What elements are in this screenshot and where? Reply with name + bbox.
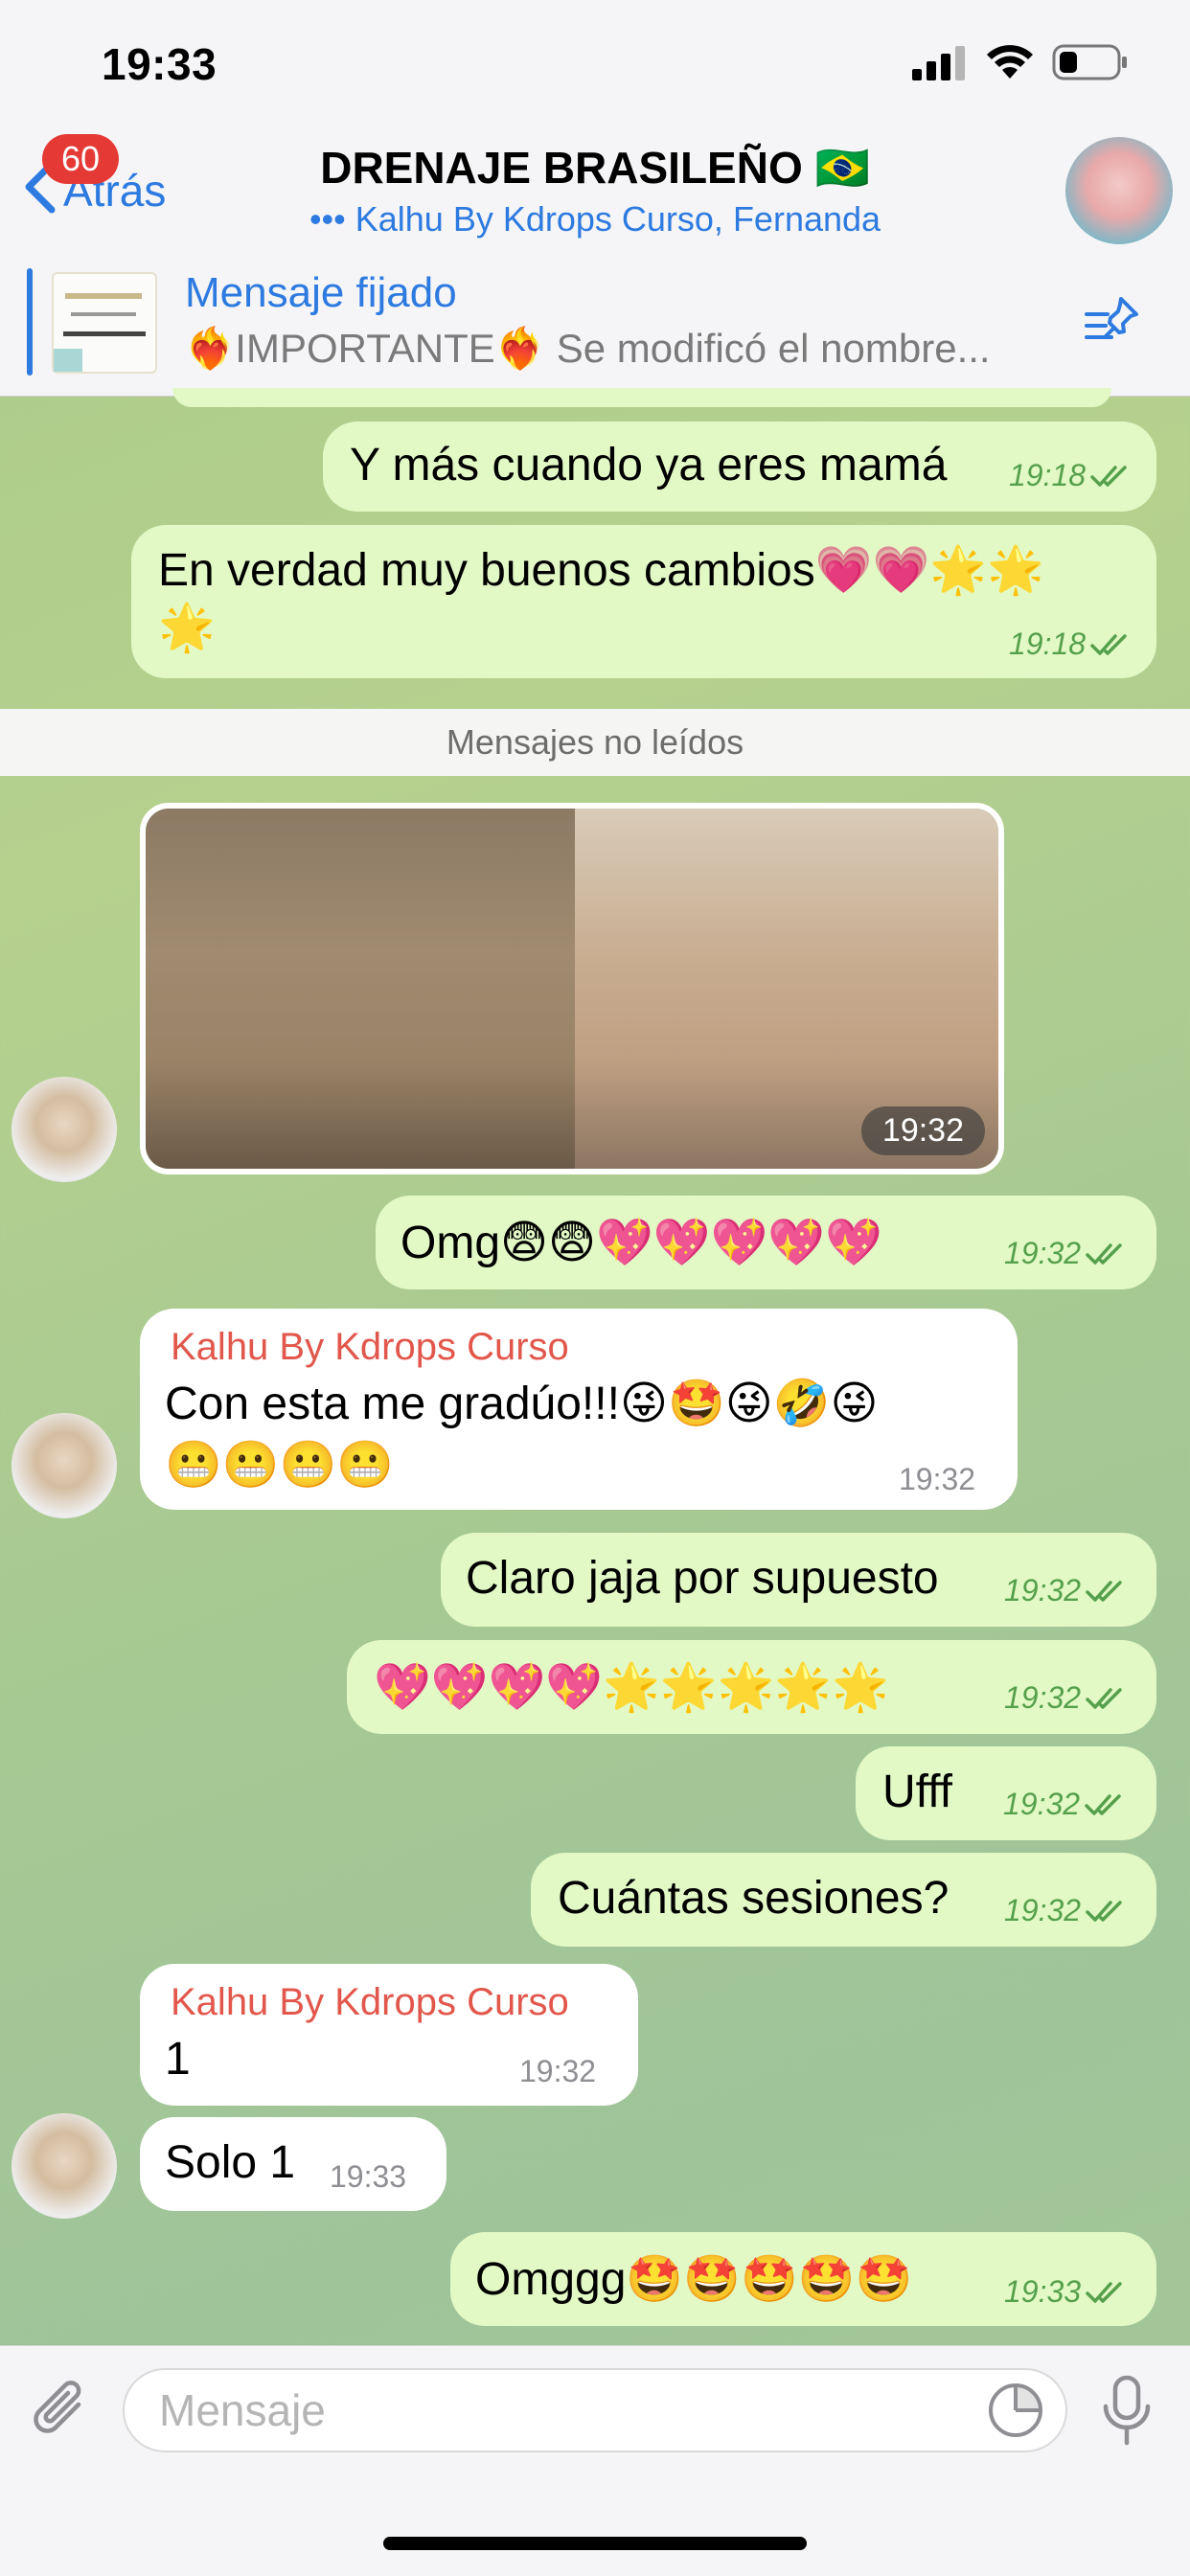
attach-icon[interactable] (29, 2376, 96, 2443)
message-time: 19:32 (1004, 1893, 1082, 1927)
message-text: Con esta me gradúo!!!😜🤩😜🤣😜 (165, 1379, 879, 1429)
message-time: 19:33 (1004, 2274, 1082, 2309)
message-bubble[interactable]: Ufff 19:32 (856, 1746, 1156, 1840)
message-bubble[interactable]: Claro jaja por supuesto 19:32 (441, 1533, 1156, 1627)
message-time: 19:32 (1004, 1573, 1082, 1607)
sender-avatar[interactable] (11, 1077, 117, 1182)
photo-time: 19:32 (860, 1106, 985, 1155)
pinned-message-bar[interactable] (0, 252, 1190, 397)
read-checkmark-icon (1086, 1688, 1122, 1709)
message-bubble[interactable]: Solo 1 19:33 (140, 2117, 446, 2211)
message-time: 19:33 (330, 2159, 407, 2194)
home-indicator (383, 2537, 807, 2550)
sender-name[interactable]: Kalhu By Kdrops Curso (171, 1326, 569, 1369)
sticker-icon[interactable] (987, 2382, 1044, 2439)
chat-subtitle: ••• Kalhu By Kdrops Curso, Fernanda (309, 199, 881, 239)
message-text: Cuántas sesiones? (558, 1873, 950, 1924)
sender-avatar[interactable] (11, 2113, 117, 2219)
status-time: 19:33 (102, 39, 217, 89)
read-checkmark-icon (1086, 1901, 1122, 1922)
message-bubble[interactable]: Omg😨😨💖💖💖💖💖 19:32 (376, 1196, 1156, 1289)
message-text: 🌟 (158, 603, 216, 653)
pinned-text: ❤️‍🔥IMPORTANTE❤️‍🔥 Se modificó el nombre… (185, 326, 991, 371)
read-checkmark-icon (1086, 1581, 1122, 1602)
sender-avatar[interactable] (11, 1413, 117, 1518)
message-time: 19:32 (899, 1462, 976, 1496)
message-bubble[interactable]: En verdad muy buenos cambios💗💗🌟🌟 🌟 19:18 (131, 525, 1156, 678)
message-time: 19:32 (1004, 1236, 1082, 1270)
pinned-indicator (27, 268, 33, 376)
chat-title[interactable]: DRENAJE BRASILEÑO 🇧🇷 (0, 142, 1190, 194)
message-time: 19:18 (1009, 458, 1087, 492)
read-checkmark-icon (1086, 2282, 1122, 2303)
unread-divider: Mensajes no leídos (0, 709, 1190, 776)
sender-name[interactable]: Kalhu By Kdrops Curso (171, 1981, 569, 2024)
message-text: 😬😬😬😬 (165, 1440, 395, 1491)
read-checkmark-icon (1090, 466, 1127, 487)
photo-before (146, 809, 575, 1169)
read-checkmark-icon (1085, 1794, 1121, 1815)
message-bubble[interactable]: Omggg🤩🤩🤩🤩🤩 19:33 (450, 2232, 1156, 2326)
message-bubble[interactable]: 💖💖💖💖🌟🌟🌟🌟🌟 19:32 (347, 1640, 1156, 1734)
message-text: Ufff (882, 1767, 952, 1817)
message-text: Y más cuando ya eres mamá (350, 440, 948, 490)
signal-icon (912, 46, 965, 80)
photo-message[interactable]: 19:32 (140, 803, 1004, 1174)
message-time: 19:32 (1004, 1680, 1082, 1715)
message-bubble[interactable]: Cuántas sesiones? 19:32 (531, 1853, 1156, 1947)
message-text: En verdad muy buenos cambios💗💗🌟🌟 (158, 545, 1044, 596)
microphone-icon[interactable] (1100, 2374, 1154, 2447)
message-text: 1 (165, 2034, 191, 2085)
message-time: 19:32 (1003, 1787, 1081, 1821)
message-text: Omg😨😨💖💖💖💖💖 (400, 1218, 882, 1268)
message-text: Solo 1 (165, 2137, 296, 2188)
read-checkmark-icon (1086, 1243, 1122, 1265)
message-time: 19:18 (1009, 627, 1087, 661)
pinned-label: Mensaje fijado (185, 269, 457, 316)
message-input[interactable]: Mensaje (123, 2368, 1067, 2452)
pin-list-icon[interactable] (1083, 293, 1142, 353)
pinned-thumbnail (52, 272, 157, 374)
group-avatar[interactable] (1065, 137, 1173, 244)
wifi-icon (987, 45, 1033, 79)
message-time: 19:32 (519, 2054, 597, 2088)
read-checkmark-icon (1090, 634, 1127, 655)
message-text: 💖💖💖💖🌟🌟🌟🌟🌟 (374, 1662, 889, 1713)
message-bubble[interactable]: Kalhu By Kdrops Curso 1 19:32 (140, 1964, 638, 2106)
message-text: Omggg🤩🤩🤩🤩🤩 (475, 2254, 913, 2305)
battery-icon (1052, 44, 1127, 80)
message-text: Claro jaja por supuesto (466, 1553, 939, 1604)
message-bubble (172, 388, 1111, 407)
message-bubble[interactable]: Kalhu By Kdrops Curso Con esta me gradúo… (140, 1309, 1018, 1510)
message-bubble[interactable]: Y más cuando ya eres mamá 19:18 (323, 422, 1156, 512)
